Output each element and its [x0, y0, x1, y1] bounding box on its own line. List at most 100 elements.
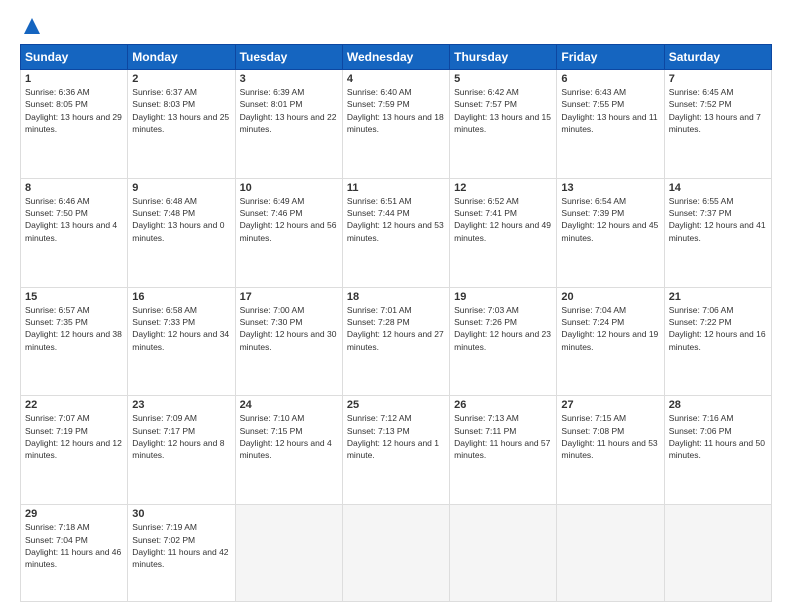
day-info: Sunrise: 7:15 AM Sunset: 7:08 PM Dayligh…: [561, 412, 659, 461]
calendar-cell: 14 Sunrise: 6:55 AM Sunset: 7:37 PM Dayl…: [664, 178, 771, 287]
daylight-label: Daylight: 11 hours and 57 minutes.: [454, 438, 550, 460]
calendar-cell: 6 Sunrise: 6:43 AM Sunset: 7:55 PM Dayli…: [557, 70, 664, 179]
day-number: 27: [561, 399, 659, 411]
calendar-cell: 15 Sunrise: 6:57 AM Sunset: 7:35 PM Dayl…: [21, 287, 128, 396]
calendar-cell: [342, 505, 449, 602]
calendar-cell: 11 Sunrise: 6:51 AM Sunset: 7:44 PM Dayl…: [342, 178, 449, 287]
sunset-label: Sunset: 7:19 PM: [25, 426, 88, 436]
sunset-label: Sunset: 7:26 PM: [454, 317, 517, 327]
sunrise-label: Sunrise: 7:18 AM: [25, 522, 90, 532]
sunset-label: Sunset: 7:52 PM: [669, 99, 732, 109]
day-number: 5: [454, 73, 552, 85]
daylight-label: Daylight: 11 hours and 46 minutes.: [25, 547, 121, 569]
daylight-label: Daylight: 12 hours and 34 minutes.: [132, 329, 229, 351]
sunrise-label: Sunrise: 6:51 AM: [347, 196, 412, 206]
calendar-cell: 17 Sunrise: 7:00 AM Sunset: 7:30 PM Dayl…: [235, 287, 342, 396]
sunset-label: Sunset: 7:30 PM: [240, 317, 303, 327]
calendar-week-row: 1 Sunrise: 6:36 AM Sunset: 8:05 PM Dayli…: [21, 70, 772, 179]
daylight-label: Daylight: 13 hours and 22 minutes.: [240, 112, 337, 134]
sunset-label: Sunset: 7:15 PM: [240, 426, 303, 436]
day-info: Sunrise: 6:58 AM Sunset: 7:33 PM Dayligh…: [132, 304, 230, 353]
day-info: Sunrise: 6:37 AM Sunset: 8:03 PM Dayligh…: [132, 86, 230, 135]
weekday-header-saturday: Saturday: [664, 45, 771, 70]
weekday-header-thursday: Thursday: [450, 45, 557, 70]
sunset-label: Sunset: 7:13 PM: [347, 426, 410, 436]
calendar-cell: 1 Sunrise: 6:36 AM Sunset: 8:05 PM Dayli…: [21, 70, 128, 179]
day-number: 24: [240, 399, 338, 411]
daylight-label: Daylight: 12 hours and 1 minute.: [347, 438, 439, 460]
weekday-header-row: SundayMondayTuesdayWednesdayThursdayFrid…: [21, 45, 772, 70]
logo: [20, 16, 42, 36]
sunrise-label: Sunrise: 7:00 AM: [240, 305, 305, 315]
day-number: 4: [347, 73, 445, 85]
sunrise-label: Sunrise: 7:04 AM: [561, 305, 626, 315]
day-info: Sunrise: 7:19 AM Sunset: 7:02 PM Dayligh…: [132, 521, 230, 570]
sunset-label: Sunset: 7:39 PM: [561, 208, 624, 218]
sunset-label: Sunset: 7:59 PM: [347, 99, 410, 109]
calendar-cell: 24 Sunrise: 7:10 AM Sunset: 7:15 PM Dayl…: [235, 396, 342, 505]
calendar-cell: 27 Sunrise: 7:15 AM Sunset: 7:08 PM Dayl…: [557, 396, 664, 505]
weekday-header-wednesday: Wednesday: [342, 45, 449, 70]
sunset-label: Sunset: 7:35 PM: [25, 317, 88, 327]
sunrise-label: Sunrise: 7:19 AM: [132, 522, 197, 532]
daylight-label: Daylight: 13 hours and 11 minutes.: [561, 112, 657, 134]
sunset-label: Sunset: 7:24 PM: [561, 317, 624, 327]
daylight-label: Daylight: 12 hours and 23 minutes.: [454, 329, 551, 351]
calendar-cell: 10 Sunrise: 6:49 AM Sunset: 7:46 PM Dayl…: [235, 178, 342, 287]
calendar-cell: 21 Sunrise: 7:06 AM Sunset: 7:22 PM Dayl…: [664, 287, 771, 396]
calendar-cell: 30 Sunrise: 7:19 AM Sunset: 7:02 PM Dayl…: [128, 505, 235, 602]
calendar-cell: 3 Sunrise: 6:39 AM Sunset: 8:01 PM Dayli…: [235, 70, 342, 179]
day-number: 15: [25, 291, 123, 303]
day-info: Sunrise: 7:12 AM Sunset: 7:13 PM Dayligh…: [347, 412, 445, 461]
sunset-label: Sunset: 7:48 PM: [132, 208, 195, 218]
daylight-label: Daylight: 13 hours and 4 minutes.: [25, 220, 117, 242]
sunset-label: Sunset: 7:37 PM: [669, 208, 732, 218]
sunrise-label: Sunrise: 6:49 AM: [240, 196, 305, 206]
sunrise-label: Sunrise: 6:39 AM: [240, 87, 305, 97]
daylight-label: Daylight: 13 hours and 7 minutes.: [669, 112, 761, 134]
day-info: Sunrise: 6:52 AM Sunset: 7:41 PM Dayligh…: [454, 195, 552, 244]
day-number: 18: [347, 291, 445, 303]
sunset-label: Sunset: 7:04 PM: [25, 535, 88, 545]
day-number: 30: [132, 508, 230, 520]
day-number: 16: [132, 291, 230, 303]
calendar-cell: 28 Sunrise: 7:16 AM Sunset: 7:06 PM Dayl…: [664, 396, 771, 505]
calendar-cell: 23 Sunrise: 7:09 AM Sunset: 7:17 PM Dayl…: [128, 396, 235, 505]
weekday-header-tuesday: Tuesday: [235, 45, 342, 70]
calendar-cell: 4 Sunrise: 6:40 AM Sunset: 7:59 PM Dayli…: [342, 70, 449, 179]
sunrise-label: Sunrise: 7:06 AM: [669, 305, 734, 315]
day-info: Sunrise: 6:48 AM Sunset: 7:48 PM Dayligh…: [132, 195, 230, 244]
day-info: Sunrise: 6:36 AM Sunset: 8:05 PM Dayligh…: [25, 86, 123, 135]
day-number: 19: [454, 291, 552, 303]
calendar-cell: 22 Sunrise: 7:07 AM Sunset: 7:19 PM Dayl…: [21, 396, 128, 505]
daylight-label: Daylight: 11 hours and 53 minutes.: [561, 438, 657, 460]
daylight-label: Daylight: 13 hours and 29 minutes.: [25, 112, 122, 134]
sunrise-label: Sunrise: 6:48 AM: [132, 196, 197, 206]
sunset-label: Sunset: 7:17 PM: [132, 426, 195, 436]
daylight-label: Daylight: 11 hours and 42 minutes.: [132, 547, 228, 569]
day-number: 12: [454, 182, 552, 194]
day-number: 26: [454, 399, 552, 411]
daylight-label: Daylight: 12 hours and 19 minutes.: [561, 329, 658, 351]
sunrise-label: Sunrise: 7:10 AM: [240, 413, 305, 423]
day-number: 29: [25, 508, 123, 520]
calendar-cell: 5 Sunrise: 6:42 AM Sunset: 7:57 PM Dayli…: [450, 70, 557, 179]
calendar-cell: 2 Sunrise: 6:37 AM Sunset: 8:03 PM Dayli…: [128, 70, 235, 179]
day-number: 6: [561, 73, 659, 85]
day-info: Sunrise: 6:42 AM Sunset: 7:57 PM Dayligh…: [454, 86, 552, 135]
daylight-label: Daylight: 12 hours and 12 minutes.: [25, 438, 122, 460]
calendar-cell: 16 Sunrise: 6:58 AM Sunset: 7:33 PM Dayl…: [128, 287, 235, 396]
sunset-label: Sunset: 7:02 PM: [132, 535, 195, 545]
logo-icon: [22, 16, 42, 36]
day-number: 10: [240, 182, 338, 194]
sunset-label: Sunset: 7:22 PM: [669, 317, 732, 327]
calendar-cell: 18 Sunrise: 7:01 AM Sunset: 7:28 PM Dayl…: [342, 287, 449, 396]
calendar-week-row: 8 Sunrise: 6:46 AM Sunset: 7:50 PM Dayli…: [21, 178, 772, 287]
sunrise-label: Sunrise: 6:45 AM: [669, 87, 734, 97]
day-number: 3: [240, 73, 338, 85]
daylight-label: Daylight: 12 hours and 8 minutes.: [132, 438, 224, 460]
daylight-label: Daylight: 12 hours and 41 minutes.: [669, 220, 766, 242]
day-info: Sunrise: 6:55 AM Sunset: 7:37 PM Dayligh…: [669, 195, 767, 244]
day-info: Sunrise: 7:00 AM Sunset: 7:30 PM Dayligh…: [240, 304, 338, 353]
daylight-label: Daylight: 11 hours and 50 minutes.: [669, 438, 765, 460]
